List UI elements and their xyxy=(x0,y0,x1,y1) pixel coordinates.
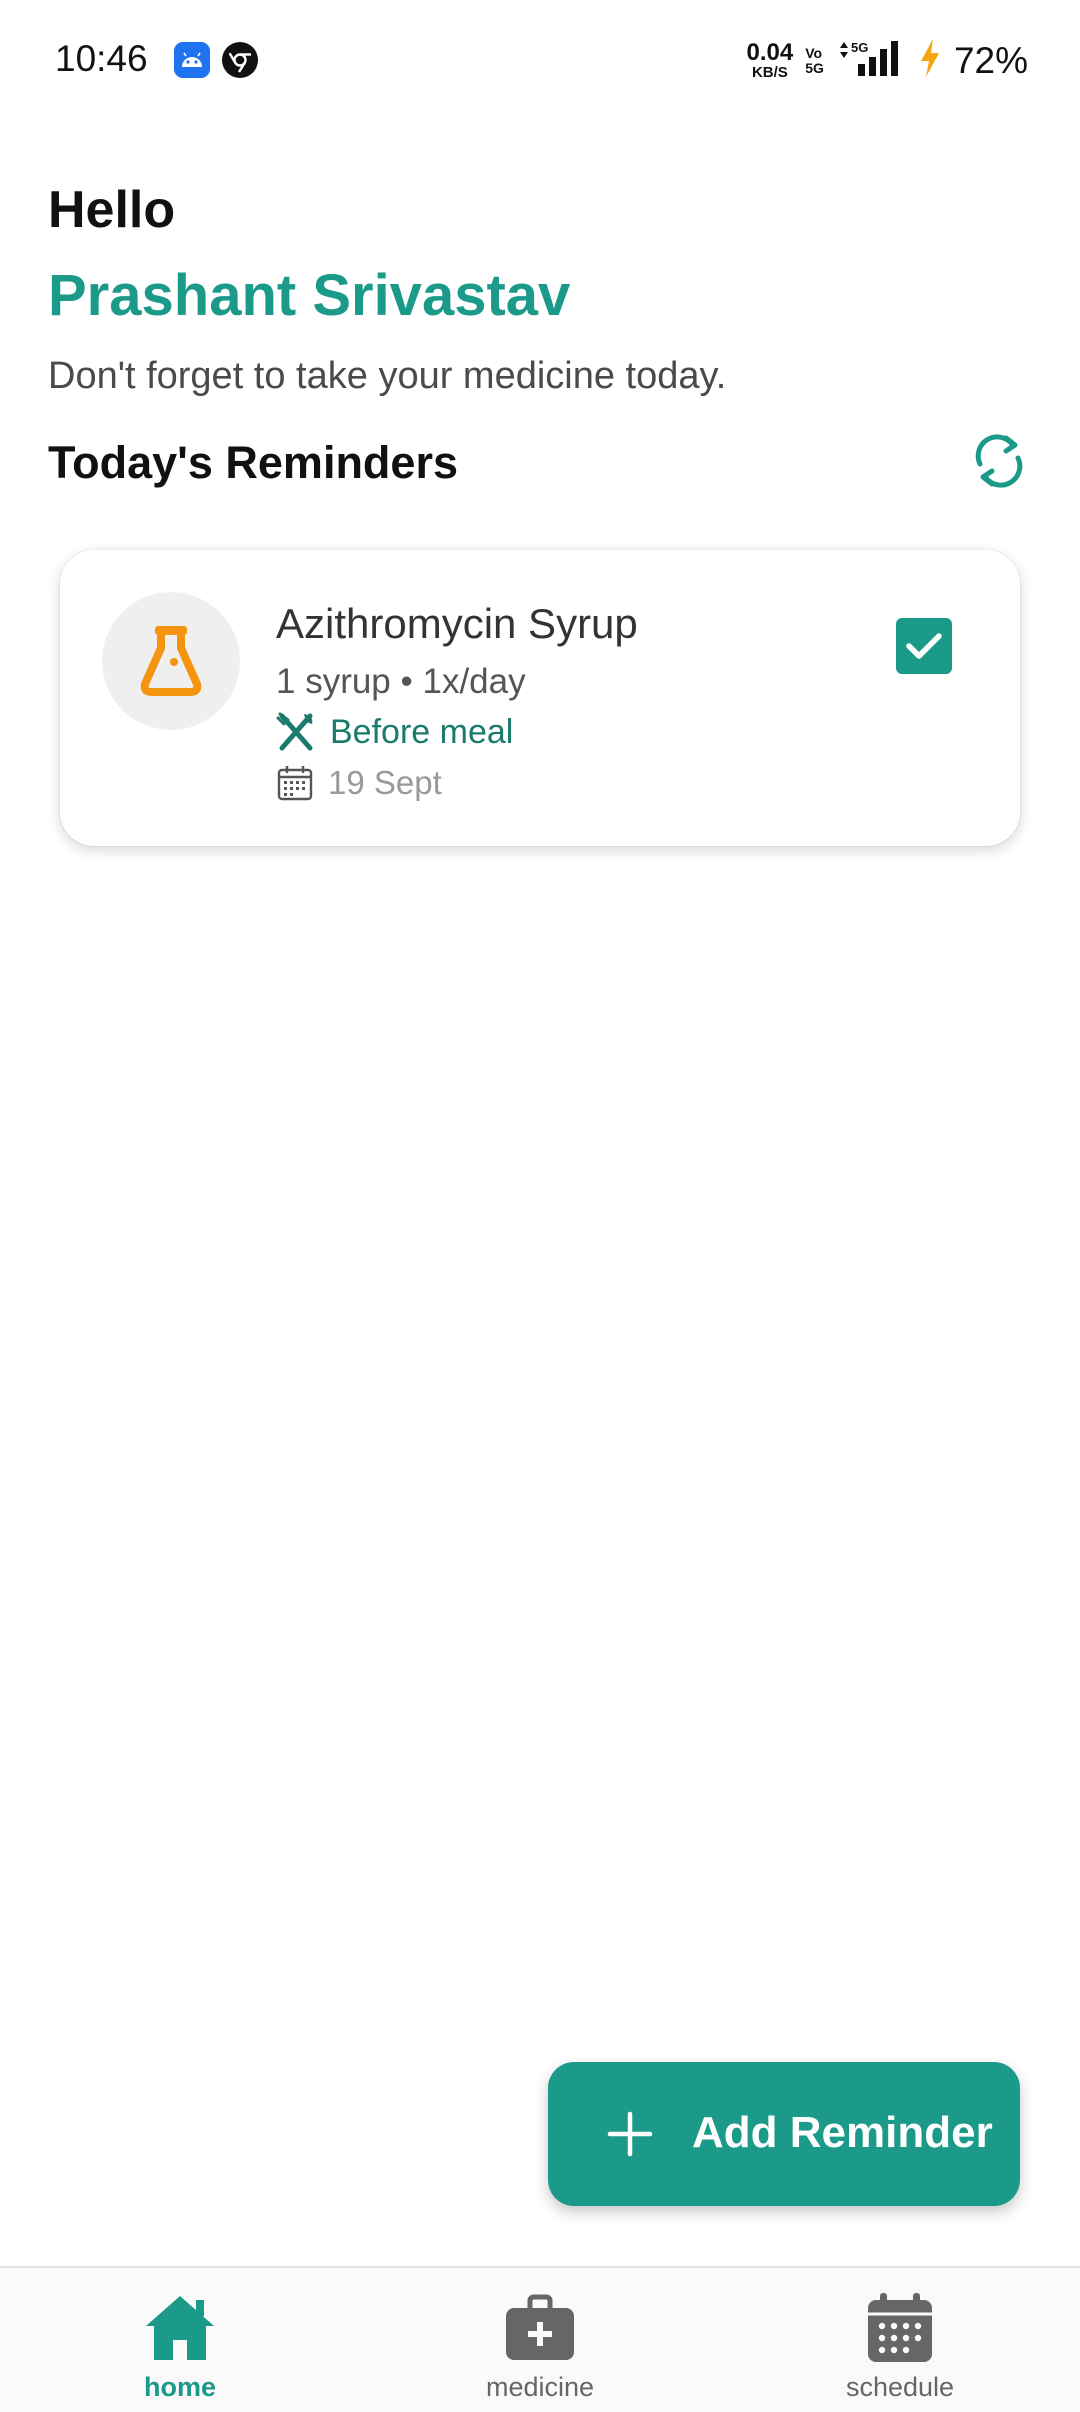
network-speed-value: 0.04 xyxy=(746,39,794,66)
android-app-icon xyxy=(174,42,210,78)
medicine-avatar xyxy=(102,592,240,730)
add-reminder-button[interactable]: Add Reminder xyxy=(548,2062,1020,2206)
user-name: Prashant Srivastav xyxy=(48,263,571,328)
volte-line1: Vo xyxy=(805,44,823,61)
utensils-icon xyxy=(276,712,313,751)
refresh-icon[interactable] xyxy=(968,430,1030,492)
network-speed-unit: KB/S xyxy=(751,64,788,81)
nav-label-medicine: medicine xyxy=(485,2372,595,2402)
flask-icon xyxy=(140,626,202,696)
status-time: 10:46 xyxy=(55,38,148,79)
reminder-card[interactable]: Azithromycin Syrup 1 syrup • 1x/day Befo… xyxy=(60,550,1020,846)
calendar-icon xyxy=(868,2293,932,2362)
nav-item-schedule[interactable]: schedule xyxy=(800,2268,1000,2412)
reminder-date: 19 Sept xyxy=(276,764,442,802)
battery-percent: 72% xyxy=(953,39,1028,81)
status-bar: 10:46 0.04 KB/S Vo 5G 5G 72% xyxy=(0,0,1080,120)
medicine-dosage: 1 syrup • 1x/day xyxy=(276,662,526,701)
volte-line2: 5G xyxy=(805,59,824,76)
signal-icon: 5G xyxy=(836,38,906,83)
nav-item-medicine[interactable]: medicine xyxy=(440,2268,640,2412)
app-screen: 10:46 0.04 KB/S Vo 5G 5G 72% Hello Prash… xyxy=(0,0,1080,2412)
nav-label-home: home xyxy=(143,2372,216,2402)
taken-checkbox[interactable] xyxy=(896,618,952,674)
plus-icon xyxy=(607,2111,653,2157)
nav-item-home[interactable]: home xyxy=(80,2268,280,2412)
add-reminder-label: Add Reminder xyxy=(692,2108,993,2157)
network-type-label: 5G xyxy=(851,40,868,55)
reminder-subtitle: Don't forget to take your medicine today… xyxy=(48,355,727,397)
meal-timing-label: Before meal xyxy=(330,712,514,751)
reminder-date-label: 19 Sept xyxy=(328,764,442,801)
section-title: Today's Reminders xyxy=(48,437,458,488)
volte-indicator: Vo 5G xyxy=(805,46,824,75)
home-icon xyxy=(146,2296,214,2360)
chrome-notification-icon xyxy=(222,42,258,78)
medicine-name: Azithromycin Syrup xyxy=(276,600,638,647)
bottom-navigation: home medicine schedule xyxy=(0,2266,1080,2412)
medicine-kit-icon xyxy=(506,2294,574,2360)
greeting: Hello xyxy=(48,181,176,239)
status-right-group: 0.04 KB/S Vo 5G 5G 72% xyxy=(747,38,1028,83)
battery-charging-icon xyxy=(918,38,942,83)
nav-label-schedule: schedule xyxy=(845,2372,955,2402)
network-speed: 0.04 KB/S xyxy=(746,39,794,81)
meal-timing: Before meal xyxy=(276,712,513,752)
calendar-small-icon xyxy=(277,766,313,801)
check-icon xyxy=(906,633,942,659)
